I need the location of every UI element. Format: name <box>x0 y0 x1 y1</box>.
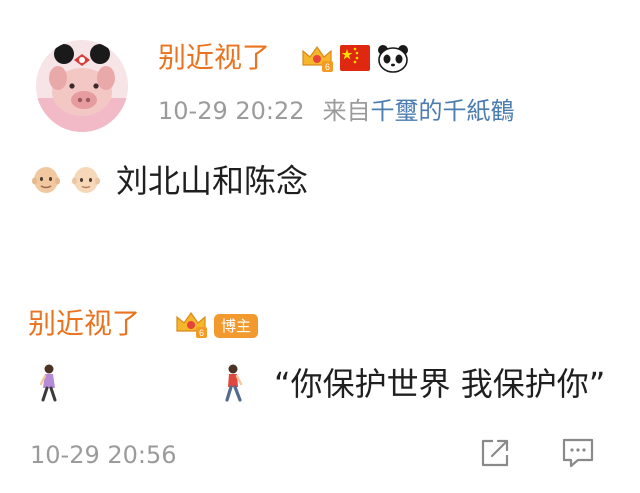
source-prefix: 来自 <box>322 97 371 125</box>
source-link[interactable]: 千璽的千紙鶴 <box>371 97 515 125</box>
crown-vip-icon[interactable]: 6 <box>300 43 334 77</box>
china-flag-icon <box>340 45 370 75</box>
post-body: 刘北山和陈念 <box>30 160 308 202</box>
share-button[interactable] <box>474 434 516 476</box>
crown-vip-icon[interactable]: 6 <box>174 309 208 343</box>
reply-author-badges: 6 博主 <box>174 306 259 346</box>
avatar[interactable] <box>36 40 128 132</box>
comment-icon <box>560 436 596 474</box>
weibo-comment-screenshot: 别近视了 6 10-29 20:22 来自千璽的千紙鶴 刘北山和陈念 别近视了 … <box>0 0 640 493</box>
bald-man-emoji <box>30 163 62 199</box>
reply-text: “你保护世界 我保护你” <box>274 365 606 403</box>
post-text: 刘北山和陈念 <box>116 162 309 200</box>
bald-person-emoji <box>70 163 102 199</box>
comment-button[interactable] <box>557 434 599 476</box>
post-author-badges: 6 <box>300 40 410 80</box>
owner-badge: 博主 <box>214 314 259 338</box>
post-timestamp: 10-29 20:22 <box>158 97 305 125</box>
svg-text:6: 6 <box>325 62 330 72</box>
reply-body: “你保护世界 我保护你” <box>30 362 640 410</box>
svg-text:6: 6 <box>199 328 204 338</box>
man-walking-emoji <box>220 364 246 406</box>
panda-icon <box>376 43 410 77</box>
post-meta: 10-29 20:22 来自千璽的千紙鶴 <box>158 96 515 126</box>
woman-walking-emoji <box>36 364 62 406</box>
post-author-name[interactable]: 别近视了 <box>158 40 270 76</box>
reply-author-name[interactable]: 别近视了 <box>28 306 140 342</box>
pig-avatar-image <box>36 40 128 132</box>
reply-timestamp: 10-29 20:56 <box>30 441 177 469</box>
share-icon <box>478 436 512 474</box>
